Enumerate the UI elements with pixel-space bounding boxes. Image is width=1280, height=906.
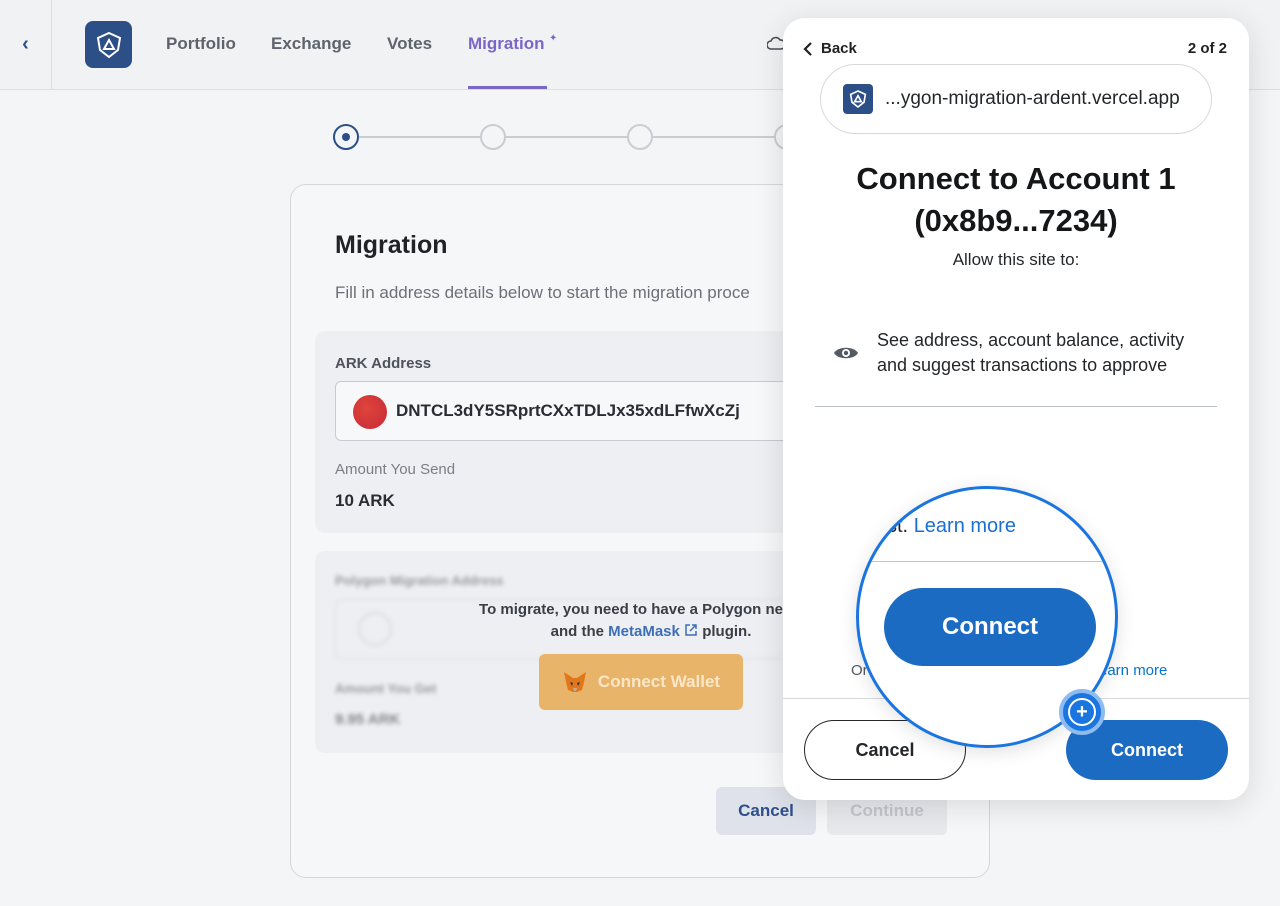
amount-get-label: Amount You Get xyxy=(335,681,437,696)
amount-send-value: 10 ARK xyxy=(335,491,395,510)
step-connector xyxy=(653,136,775,138)
connect-wallet-label: Connect Wallet xyxy=(597,672,721,691)
dialog-title-line-2: (0x8b9...7234) xyxy=(914,203,1118,238)
nav-portfolio[interactable]: Portfolio xyxy=(166,34,236,54)
external-link-icon[interactable] xyxy=(684,623,698,637)
app-logo-icon[interactable] xyxy=(85,21,132,68)
connect-wallet-button[interactable]: Connect Wallet xyxy=(539,654,743,710)
nav-exchange[interactable]: Exchange xyxy=(271,34,351,54)
metamask-fox-icon xyxy=(563,672,586,692)
lens-partial-text: st. xyxy=(887,515,909,537)
shield-logo-icon xyxy=(849,90,867,109)
step-connector xyxy=(506,136,628,138)
lens-trust-text: st. Learn more xyxy=(887,515,1016,538)
polygon-address-label: Polygon Migration Address xyxy=(335,573,504,588)
nav-migration[interactable]: Migration xyxy=(468,34,545,54)
step-2 xyxy=(480,124,506,150)
back-arrow-icon[interactable]: ‹ xyxy=(0,0,52,89)
step-3 xyxy=(627,124,653,150)
eye-icon xyxy=(834,347,858,359)
page-title: Migration xyxy=(335,231,448,259)
ark-address-value: DNTCL3dY5SRprtCXxTDLJx35xdLFfwXcZj xyxy=(396,401,740,420)
metamask-link[interactable]: MetaMask xyxy=(608,623,680,640)
back-arrow-glyph: ‹ xyxy=(22,33,29,55)
permission-item: See address, account balance, activity a… xyxy=(833,328,1213,378)
page-indicator: 2 of 2 xyxy=(1187,40,1227,57)
dialog-back-button[interactable]: Back xyxy=(803,40,857,57)
click-indicator: + xyxy=(1059,689,1105,735)
overlay-suffix: plugin. xyxy=(702,623,752,640)
dialog-title: Connect to Account 1 (0x8b9...7234) xyxy=(783,158,1249,242)
active-tab-indicator xyxy=(468,86,547,89)
plus-icon: + xyxy=(1068,698,1096,726)
page-subtitle: Fill in address details below to start t… xyxy=(335,283,750,302)
polygon-avatar-placeholder xyxy=(358,612,392,646)
permission-text: See address, account balance, activity a… xyxy=(877,330,1185,375)
step-1 xyxy=(333,124,359,150)
learn-more-link[interactable]: earn more xyxy=(1099,662,1167,679)
allow-text: Allow this site to: xyxy=(952,250,1080,269)
lens-learn-more-link[interactable]: Learn more xyxy=(914,515,1016,537)
site-origin-pill: ...ygon-migration-ardent.vercel.app xyxy=(820,64,1212,134)
dialog-title-line-1: Connect to Account 1 xyxy=(856,161,1176,196)
overlay-prefix: and the xyxy=(550,623,604,640)
lens-connect-button[interactable]: Connect xyxy=(884,588,1096,666)
amount-get-value: 9.95 ARK xyxy=(335,711,401,728)
nav-votes[interactable]: Votes xyxy=(387,34,432,54)
lens-divider xyxy=(859,561,1115,562)
site-url: ...ygon-migration-ardent.vercel.app xyxy=(885,88,1180,109)
site-favicon-icon xyxy=(843,84,873,114)
ark-address-label: ARK Address xyxy=(335,355,432,372)
chevron-left-icon xyxy=(803,41,812,56)
step-connector xyxy=(359,136,481,138)
divider xyxy=(815,406,1217,407)
back-label: Back xyxy=(821,40,857,57)
sparkle-icon: ✦ xyxy=(549,33,558,44)
address-avatar xyxy=(353,395,387,429)
amount-send-label: Amount You Send xyxy=(335,461,456,478)
shield-logo-icon xyxy=(96,31,121,58)
